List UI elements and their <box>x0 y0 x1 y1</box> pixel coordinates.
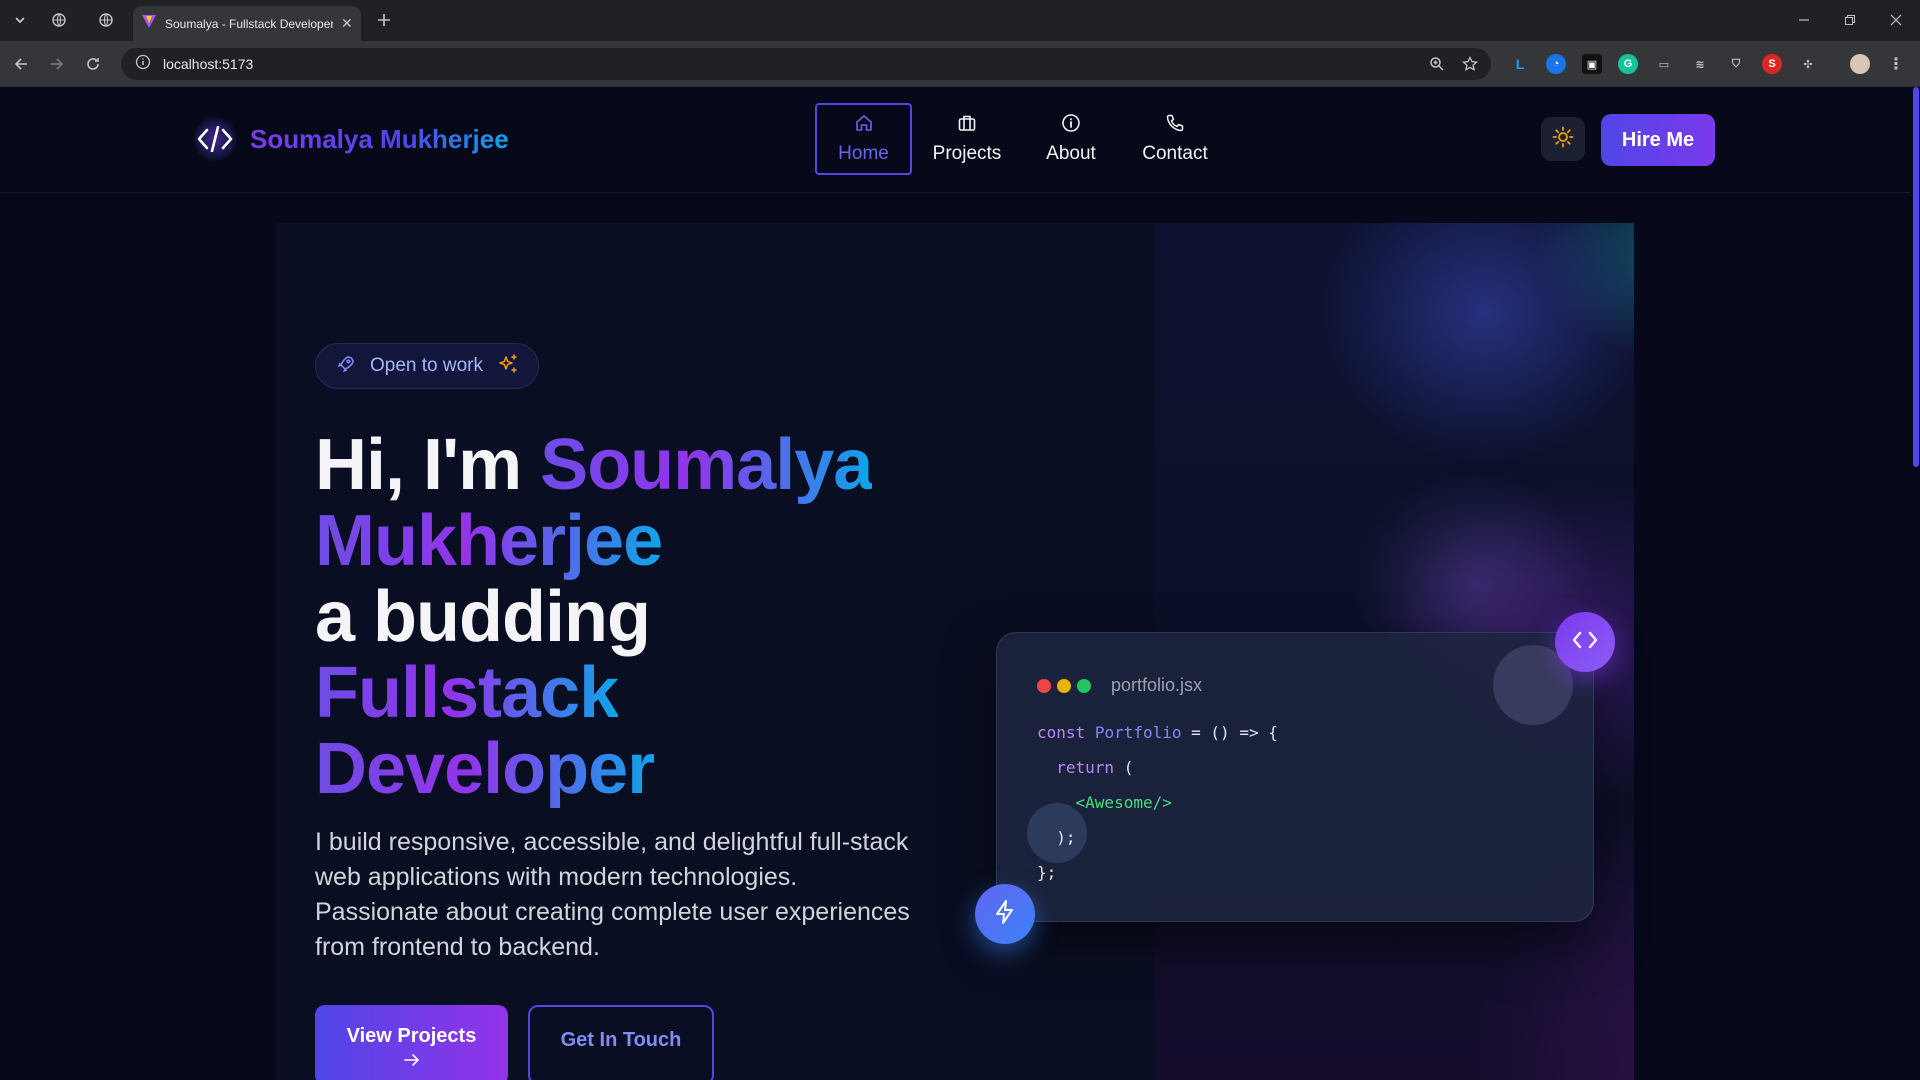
headline-last-name: Mukherjee <box>315 501 663 581</box>
profile-avatar[interactable] <box>1850 54 1870 74</box>
floating-bolt-button[interactable] <box>975 884 1035 944</box>
nav-about-label: About <box>1046 143 1096 164</box>
browser-menu-icon[interactable]: ⋮ <box>1886 54 1906 74</box>
code-keyword-return: return <box>1056 758 1115 777</box>
badge-label: Open to work <box>370 355 483 376</box>
bookmark-star-icon[interactable] <box>1458 52 1482 76</box>
headline-line3: a budding <box>315 577 651 657</box>
extension-cat-icon[interactable]: ▣ <box>1582 54 1602 74</box>
floating-code-button[interactable] <box>1555 612 1615 672</box>
yellow-dot-icon <box>1057 679 1071 693</box>
nav-about[interactable]: About <box>1035 103 1107 175</box>
tab-close-icon[interactable]: ✕ <box>341 15 353 32</box>
site-logo-text[interactable]: Soumalya Mukherjee <box>250 124 509 155</box>
code-preview-card: portfolio.jsx const Portfolio = () => { … <box>996 632 1594 922</box>
code-jsx-tag: <Awesome/> <box>1075 793 1172 812</box>
site-header: Soumalya Mukherjee Home Projects About C… <box>0 87 1910 193</box>
extension-grammarly-icon[interactable]: G <box>1618 54 1638 74</box>
lightning-bolt-icon <box>992 899 1018 930</box>
extension-layers-icon[interactable]: ≋ <box>1690 54 1710 74</box>
minimize-icon[interactable] <box>1792 8 1816 32</box>
vite-favicon-icon <box>141 13 157 34</box>
nav-projects-label: Projects <box>932 143 1002 164</box>
code-function-name: Portfolio <box>1094 723 1182 742</box>
headline-role2: Developer <box>315 729 655 809</box>
extension-red-icon[interactable]: S <box>1762 54 1782 74</box>
page-scrollbar[interactable] <box>1910 87 1920 1080</box>
headline-greeting: Hi, I'm <box>315 425 522 505</box>
open-to-work-badge: Open to work <box>315 343 539 389</box>
hero-description: I build responsive, accessible, and deli… <box>315 828 910 961</box>
sun-icon <box>1552 126 1574 153</box>
home-icon <box>854 113 874 139</box>
nav-projects[interactable]: Projects <box>924 103 1010 175</box>
view-projects-label: View Projects <box>346 1025 477 1047</box>
tab-title: Soumalya - Fullstack Developer <box>165 16 333 31</box>
extension-car-icon[interactable]: ▭ <box>1654 54 1674 74</box>
extension-shield-icon[interactable]: ⛉ <box>1726 54 1746 74</box>
restore-icon[interactable] <box>1838 8 1862 32</box>
nav-contact[interactable]: Contact <box>1133 103 1217 175</box>
hire-me-button[interactable]: Hire Me <box>1601 114 1715 166</box>
close-window-icon[interactable] <box>1884 8 1908 32</box>
code-snippet: const Portfolio = () => { return ( <Awes… <box>1037 715 1278 890</box>
sparkles-icon <box>497 353 519 380</box>
pinned-tab-globe-icon[interactable] <box>47 8 71 32</box>
nav-home-label: Home <box>838 143 889 164</box>
code-filename: portfolio.jsx <box>1111 675 1203 695</box>
info-icon <box>1061 113 1081 139</box>
extension-l-icon[interactable]: L <box>1510 54 1530 74</box>
code-line2-rest: ( <box>1114 758 1134 777</box>
headline-first-name: Soumalya <box>540 425 873 505</box>
back-arrow-icon[interactable] <box>9 52 33 76</box>
rocket-icon <box>336 354 356 379</box>
headline-role1: Fullstack <box>315 653 619 733</box>
code-line1-rest: = () => { <box>1181 723 1278 742</box>
view-projects-button[interactable]: View Projects <box>315 1005 508 1080</box>
extension-blue-icon[interactable]: ◔ <box>1546 54 1566 74</box>
new-tab-icon[interactable] <box>372 8 396 32</box>
nav-home[interactable]: Home <box>815 103 912 175</box>
get-in-touch-button[interactable]: Get In Touch <box>528 1005 714 1080</box>
red-dot-icon <box>1037 679 1051 693</box>
reload-icon[interactable] <box>81 52 105 76</box>
url-text: localhost:5173 <box>163 56 254 72</box>
pinned-tab-globe-icon-2[interactable] <box>94 8 118 32</box>
zoom-icon[interactable] <box>1425 52 1449 76</box>
tab-search-chevron-icon[interactable] <box>8 8 32 32</box>
window-dots <box>1037 679 1091 693</box>
code-brackets-icon <box>1572 630 1598 655</box>
nav-contact-label: Contact <box>1142 143 1208 164</box>
briefcase-icon <box>957 113 977 139</box>
arrow-right-icon <box>403 1050 421 1073</box>
scrollbar-thumb[interactable] <box>1913 87 1919 467</box>
browser-tab-bar: Soumalya - Fullstack Developer ✕ <box>0 0 1920 41</box>
code-keyword-const: const <box>1037 723 1086 742</box>
code-line4: ); <box>1056 828 1076 847</box>
green-dot-icon <box>1077 679 1091 693</box>
address-bar[interactable]: localhost:5173 <box>121 48 1491 80</box>
phone-icon <box>1165 113 1185 139</box>
theme-toggle-button[interactable] <box>1541 117 1585 161</box>
extensions-puzzle-icon[interactable]: ✣ <box>1798 54 1818 74</box>
forward-arrow-icon[interactable] <box>45 52 69 76</box>
code-line5: }; <box>1037 863 1057 882</box>
hero-headline: Hi, I'm Soumalya Mukherjee a budding Ful… <box>315 427 955 807</box>
site-info-icon[interactable] <box>135 54 151 75</box>
browser-toolbar: localhost:5173 L ◔ ▣ G ▭ ≋ ⛉ S ✣ ⋮ <box>0 41 1920 87</box>
code-logo-icon[interactable] <box>193 117 237 161</box>
active-tab[interactable]: Soumalya - Fullstack Developer ✕ <box>133 6 361 41</box>
